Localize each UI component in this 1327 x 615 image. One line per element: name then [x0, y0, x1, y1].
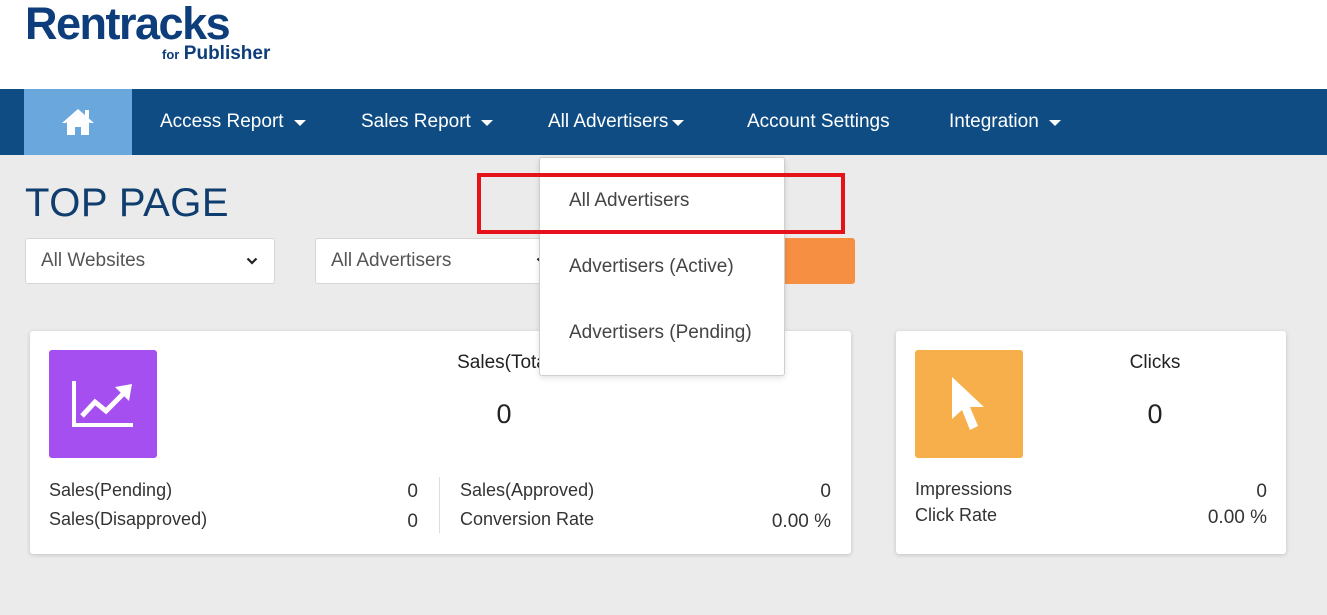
conversion-rate-label: Conversion Rate: [460, 509, 595, 529]
sales-approved-value: 0: [820, 481, 831, 502]
click-rate-value: 0.00 %: [1207, 507, 1267, 528]
sales-disapproved-value: 0: [407, 511, 418, 532]
logo-for: for: [162, 47, 180, 62]
sales-total-value: 0: [496, 399, 512, 429]
caret-down-icon: [1048, 120, 1061, 126]
advertisers-select-value: All Advertisers: [331, 250, 452, 271]
nav-access-report-label: Access Report: [160, 111, 284, 132]
dropdown-item-advertisers-pending[interactable]: Advertisers (Pending): [569, 322, 752, 344]
nav-sales-report[interactable]: Sales Report: [361, 89, 493, 155]
clicks-value: 0: [1147, 399, 1163, 429]
site-header: Rentracks for Publisher: [0, 0, 1327, 89]
nav-integration-label: Integration: [949, 111, 1039, 132]
chevron-down-icon: [246, 257, 258, 265]
nav-access-report[interactable]: Access Report: [160, 89, 306, 155]
nav-sales-report-label: Sales Report: [361, 111, 471, 132]
sales-approved-label: Sales(Approved): [460, 480, 595, 500]
logo-publisher: Publisher: [183, 43, 271, 64]
sales-pending-value: 0: [407, 481, 418, 502]
caret-down-icon: [480, 120, 493, 126]
impressions-label: Impressions: [915, 479, 1013, 499]
sales-disapproved-label: Sales(Disapproved): [49, 509, 208, 529]
cursor-pointer-icon: [952, 377, 984, 430]
clicks-title: Clicks: [1129, 352, 1181, 373]
trend-chart-icon: [72, 381, 133, 427]
stats-divider: [439, 477, 440, 533]
caret-down-icon: [672, 120, 685, 126]
clicks-card: Clicks 0 Impressions 0 Click Rate 0.00 %: [896, 331, 1286, 554]
sales-card-icon-box: [49, 350, 157, 458]
advertisers-select[interactable]: All Advertisers: [315, 238, 565, 284]
search-button[interactable]: [779, 238, 855, 284]
nav-all-advertisers-label: All Advertisers: [548, 111, 669, 132]
rentracks-logo[interactable]: Rentracks for Publisher: [25, 0, 275, 72]
clicks-card-icon-box: [915, 350, 1023, 458]
click-rate-label: Click Rate: [915, 505, 998, 525]
dropdown-item-advertisers-active[interactable]: Advertisers (Active): [569, 256, 734, 278]
nav-account-settings-label: Account Settings: [747, 111, 890, 132]
nav-home-button[interactable]: [24, 89, 132, 155]
main-navbar: Access Report Sales Report All Advertise…: [0, 89, 1327, 155]
page-title: TOP PAGE: [25, 181, 230, 225]
nav-all-advertisers[interactable]: All Advertisers: [548, 89, 685, 155]
logo-wordmark: Rentracks: [25, 0, 231, 49]
websites-select[interactable]: All Websites: [25, 238, 275, 284]
websites-select-value: All Websites: [41, 250, 146, 271]
nav-integration[interactable]: Integration: [949, 89, 1061, 155]
caret-down-icon: [293, 120, 306, 126]
impressions-value: 0: [1256, 481, 1267, 502]
highlight-box: [477, 173, 845, 234]
home-icon: [62, 109, 94, 135]
nav-account-settings[interactable]: Account Settings: [747, 89, 890, 155]
logo-subtitle: for Publisher: [162, 44, 270, 65]
sales-pending-label: Sales(Pending): [49, 480, 173, 500]
conversion-rate-value: 0.00 %: [771, 511, 831, 532]
